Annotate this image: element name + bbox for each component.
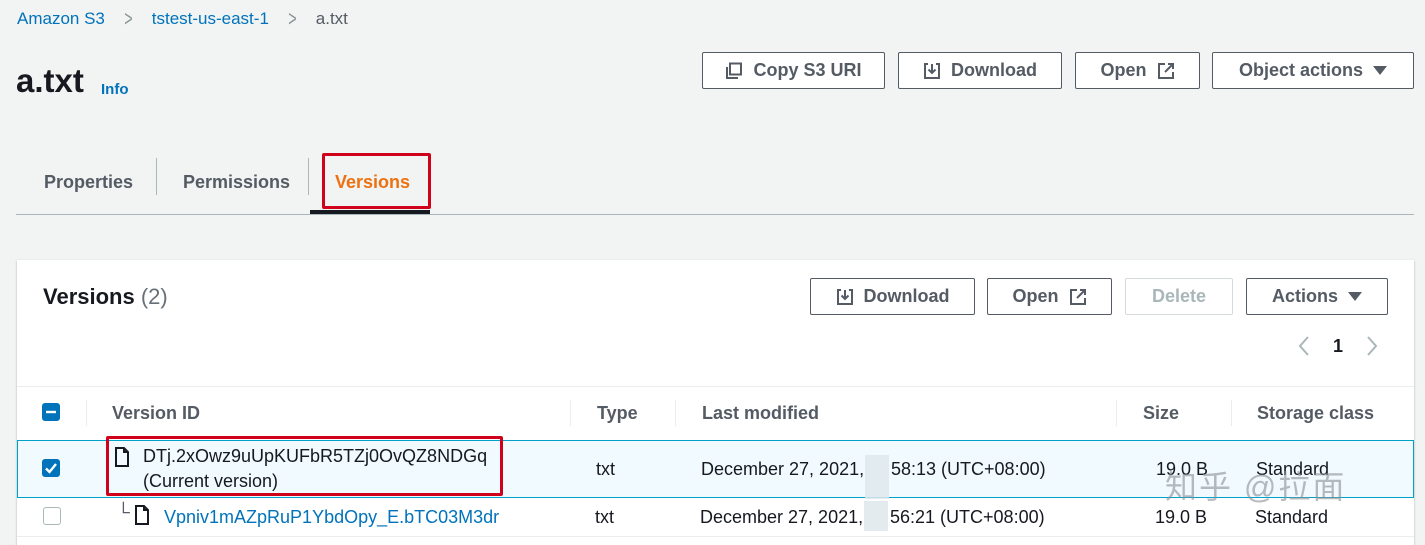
breadcrumb: Amazon S3 > tstest-us-east-1 > a.txt	[17, 8, 348, 30]
external-link-icon	[1157, 62, 1174, 79]
breadcrumb-current-object: a.txt	[315, 9, 348, 28]
redacted-hour	[864, 501, 888, 531]
column-divider	[86, 400, 87, 426]
column-header-last-modified[interactable]: Last modified	[702, 387, 819, 439]
chevron-left-icon[interactable]	[1297, 335, 1311, 357]
tab-divider	[308, 158, 309, 195]
caret-down-icon	[1348, 291, 1362, 301]
table-header: Version ID Type Last modified Size Stora…	[17, 386, 1414, 439]
copy-icon	[726, 62, 743, 79]
column-divider	[1231, 400, 1232, 426]
open-object-button[interactable]: Open	[1075, 52, 1200, 89]
open-version-button[interactable]: Open	[987, 278, 1112, 315]
watermark-text: 知乎 @拉面	[1165, 469, 1347, 505]
column-header-size[interactable]: Size	[1143, 387, 1179, 439]
row-checkbox-checked[interactable]	[42, 459, 60, 477]
last-modified-time-cell: 56:21 (UTC+08:00)	[890, 507, 1045, 527]
info-link[interactable]: Info	[101, 81, 129, 98]
copy-s3-uri-label: Copy S3 URI	[753, 60, 862, 80]
object-tabs: Properties Permissions Versions	[16, 150, 1414, 215]
open-version-label: Open	[1012, 286, 1059, 306]
column-header-storage-class[interactable]: Storage class	[1257, 387, 1374, 439]
breadcrumb-amazon-s3[interactable]: Amazon S3	[17, 9, 105, 29]
download-object-button[interactable]: Download	[898, 52, 1062, 89]
download-icon	[836, 288, 853, 305]
active-tab-indicator	[310, 210, 430, 214]
type-cell: txt	[596, 459, 616, 479]
download-version-label: Download	[863, 286, 950, 306]
last-modified-date-cell: December 27, 2021,	[701, 459, 865, 479]
column-header-type[interactable]: Type	[597, 387, 638, 439]
current-page-number[interactable]: 1	[1333, 336, 1343, 357]
versions-count: (2)	[140, 284, 168, 309]
versions-title-text: Versions	[43, 284, 135, 309]
column-divider	[570, 400, 571, 426]
caret-down-icon	[1373, 65, 1388, 75]
checkmark-icon	[45, 463, 57, 474]
version-id-link[interactable]: Vpniv1mAZpRuP1YbdOpy_E.bTC03M3dr	[164, 507, 499, 528]
tab-permissions[interactable]: Permissions	[183, 150, 290, 214]
column-divider	[675, 400, 676, 426]
column-header-version-id[interactable]: Version ID	[112, 387, 200, 439]
delete-version-button[interactable]: Delete	[1125, 278, 1233, 315]
page-title: a.txt	[16, 62, 84, 99]
select-all-checkbox[interactable]	[42, 403, 60, 421]
object-actions-label: Object actions	[1238, 60, 1364, 80]
download-icon	[924, 62, 940, 79]
actions-label: Actions	[1271, 286, 1338, 306]
storage-class-cell: Standard	[1255, 507, 1329, 527]
file-icon	[135, 505, 149, 525]
chevron-right-icon: >	[124, 6, 133, 31]
breadcrumb-bucket[interactable]: tstest-us-east-1	[152, 9, 269, 29]
indeterminate-icon	[46, 410, 56, 414]
tab-divider	[156, 158, 157, 195]
pagination: 1	[1297, 335, 1379, 357]
tab-properties[interactable]: Properties	[44, 150, 133, 214]
copy-s3-uri-button[interactable]: Copy S3 URI	[702, 52, 885, 89]
chevron-right-icon[interactable]	[1365, 335, 1379, 357]
download-object-label: Download	[951, 60, 1037, 80]
row-checkbox[interactable]	[43, 507, 61, 525]
size-cell: 19.0 B	[1155, 507, 1208, 527]
tree-connector-icon: └	[117, 502, 130, 522]
last-modified-date-cell: December 27, 2021,	[700, 507, 864, 527]
external-link-icon	[1069, 288, 1086, 305]
annotation-highlight-versions-tab	[322, 153, 431, 209]
redacted-hour	[865, 455, 889, 499]
open-object-label: Open	[1100, 60, 1147, 80]
last-modified-time-cell: 58:13 (UTC+08:00)	[891, 459, 1046, 479]
download-version-button[interactable]: Download	[810, 278, 975, 315]
delete-version-label: Delete	[1151, 286, 1207, 306]
annotation-highlight-current-version	[106, 436, 503, 496]
versions-panel-title: Versions (2)	[43, 284, 168, 310]
column-divider	[1116, 400, 1117, 426]
actions-dropdown[interactable]: Actions	[1246, 278, 1388, 315]
type-cell: txt	[595, 507, 615, 527]
chevron-right-icon: >	[288, 6, 297, 31]
object-actions-dropdown[interactable]: Object actions	[1212, 52, 1414, 89]
